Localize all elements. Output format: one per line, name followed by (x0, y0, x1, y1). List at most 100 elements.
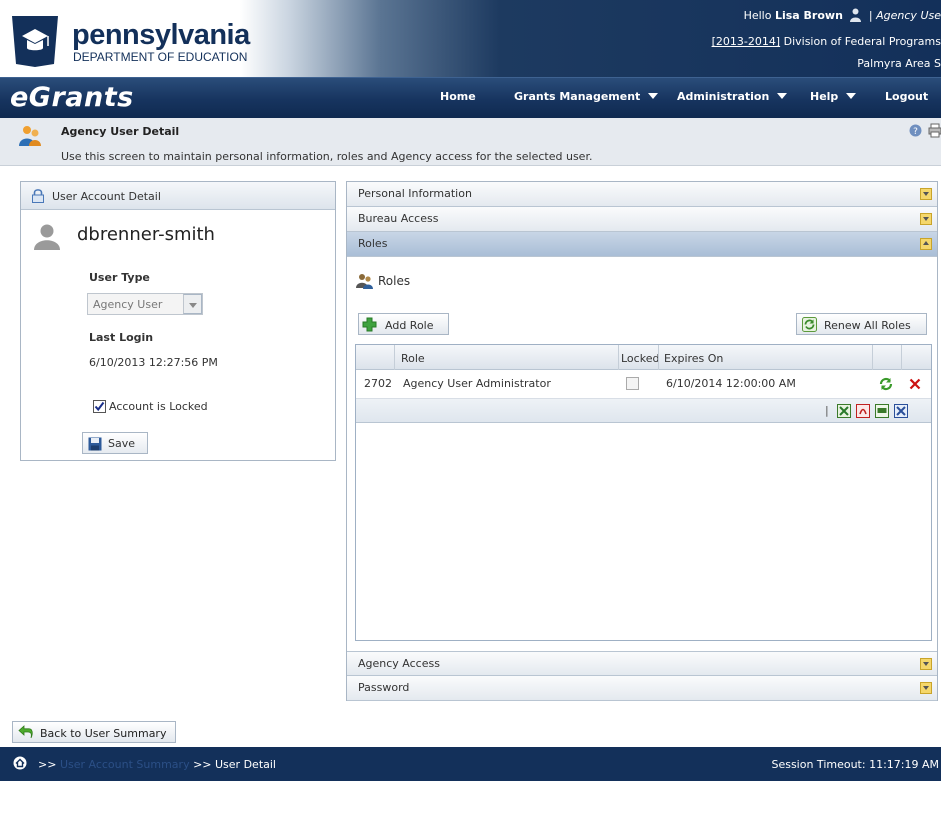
user-type-label: User Type (89, 271, 150, 284)
user-account-panel: User Account Detail dbrenner-smith User … (20, 181, 336, 461)
breadcrumb: >> User Account Summary >> User Detail (38, 758, 276, 771)
page-title: Agency User Detail (61, 125, 180, 138)
keystone-logo-icon (12, 16, 58, 67)
org-name: Palmyra Area S (857, 57, 941, 70)
export-excel-icon[interactable] (837, 404, 851, 418)
nav-home[interactable]: Home (440, 90, 476, 103)
save-button[interactable]: Save (82, 432, 148, 454)
chevron-down-icon (846, 93, 857, 99)
nav-help[interactable]: Help (810, 90, 857, 103)
back-to-user-summary-button[interactable]: Back to User Summary (12, 721, 176, 743)
nav-grants-management[interactable]: Grants Management (514, 90, 659, 103)
checkmark-icon (94, 401, 105, 412)
division-name: Division of Federal Programs (783, 35, 941, 48)
expand-icon[interactable] (920, 213, 932, 225)
chevron-down-icon[interactable] (183, 294, 202, 314)
export-csv-icon[interactable] (875, 404, 889, 418)
roles-section-title: Roles (378, 274, 411, 288)
breadcrumb-separator: >> (38, 758, 57, 771)
nav-help-label: Help (810, 90, 839, 103)
renew-role-icon[interactable] (878, 376, 894, 392)
collapse-icon[interactable] (920, 238, 932, 250)
roles-table: Role Locked Expires On 2702 Agency User … (355, 344, 932, 641)
fiscal-year-link[interactable]: [2013-2014] (712, 35, 781, 48)
separator: | (868, 9, 873, 22)
add-role-button[interactable]: Add Role (358, 313, 449, 335)
avatar (34, 224, 60, 250)
column-expires-on[interactable]: Expires On (664, 345, 864, 369)
logo-subtitle: DEPARTMENT OF EDUCATION (73, 50, 248, 64)
home-icon[interactable] (13, 756, 27, 770)
accordion-password[interactable]: Password (347, 676, 937, 701)
breadcrumb-current: >> User Detail (193, 758, 276, 771)
expand-icon[interactable] (920, 658, 932, 670)
add-role-label: Add Role (385, 319, 434, 332)
svg-text:?: ? (913, 127, 918, 137)
app-header: pennsylvania DEPARTMENT OF EDUCATION Hel… (0, 0, 941, 118)
delete-icon[interactable] (909, 378, 921, 390)
column-locked[interactable]: Locked (621, 345, 666, 369)
user-account-header: User Account Detail (21, 182, 335, 210)
user-type-value: Agency User (93, 298, 163, 311)
roles-table-footer: | (356, 399, 931, 423)
app-name: eGrants (10, 82, 134, 113)
nav-logout[interactable]: Logout (885, 90, 928, 103)
print-icon[interactable] (928, 123, 941, 138)
export-pdf-icon[interactable] (856, 404, 870, 418)
page-description: Use this screen to maintain personal inf… (61, 150, 593, 163)
accordion-bureau-access[interactable]: Bureau Access (347, 207, 937, 232)
users-icon (19, 126, 41, 146)
accordion-agency-access[interactable]: Agency Access (347, 651, 937, 676)
accordion-personal-label: Personal Information (358, 187, 472, 200)
logo-title: pennsylvania (72, 19, 250, 51)
accordion-password-label: Password (358, 681, 410, 694)
user-type-select[interactable]: Agency User (87, 293, 203, 315)
page-title-band: Agency User Detail Use this screen to ma… (0, 118, 941, 166)
renew-all-roles-button[interactable]: Renew All Roles (796, 313, 927, 335)
accordion-roles[interactable]: Roles (347, 232, 937, 257)
greeting-text: Hello (743, 9, 772, 22)
detail-accordion: Personal Information Bureau Access Roles… (346, 181, 938, 701)
help-icon[interactable]: ? (909, 124, 922, 137)
add-icon (362, 317, 377, 332)
session-timeout: Session Timeout: 11:17:19 AM (771, 758, 939, 771)
breadcrumb-user-account-summary[interactable]: User Account Summary (60, 758, 190, 771)
column-role[interactable]: Role (401, 345, 621, 369)
accordion-roles-label: Roles (358, 237, 388, 250)
back-label: Back to User Summary (40, 727, 167, 740)
renew-all-label: Renew All Roles (824, 319, 911, 332)
accordion-personal-information[interactable]: Personal Information (347, 182, 937, 207)
account-locked-checkbox[interactable] (93, 400, 106, 413)
year-division: [2013-2014] Division of Federal Programs (712, 35, 941, 48)
back-arrow-icon (18, 725, 33, 739)
nav-grants-label: Grants Management (514, 90, 641, 103)
footer-separator: | (825, 404, 829, 417)
table-row[interactable]: 2702 Agency User Administrator 6/10/2014… (356, 370, 931, 399)
footer-bar: >> User Account Summary >> User Detail S… (0, 747, 941, 781)
save-label: Save (108, 437, 136, 450)
accordion-bureau-label: Bureau Access (358, 212, 439, 225)
last-login-label: Last Login (89, 331, 154, 344)
chevron-down-icon (648, 93, 659, 99)
floppy-disk-icon (88, 437, 102, 451)
expand-icon[interactable] (920, 682, 932, 694)
roles-icon (356, 274, 373, 289)
username: dbrenner-smith (77, 224, 215, 245)
user-info: Hello Lisa Brown | Agency Use (744, 8, 941, 22)
nav-administration[interactable]: Administration (677, 90, 788, 103)
accordion-agency-label: Agency Access (358, 657, 440, 670)
role-locked-checkbox[interactable] (626, 377, 639, 390)
expand-icon[interactable] (920, 188, 932, 200)
pde-logo[interactable]: pennsylvania DEPARTMENT OF EDUCATION (8, 14, 268, 70)
last-login-value: 6/10/2013 12:27:56 PM (89, 356, 218, 369)
export-word-icon[interactable] (894, 404, 908, 418)
user-account-title: User Account Detail (52, 190, 161, 203)
nav-admin-label: Administration (677, 90, 770, 103)
account-locked-label: Account is Locked (109, 400, 208, 413)
nav-bar: eGrants Home Grants Management Administr… (0, 77, 941, 118)
lock-icon (32, 189, 44, 203)
chevron-down-icon (777, 93, 788, 99)
user-role: Agency Use (876, 9, 941, 22)
user-profile-icon[interactable] (850, 8, 862, 22)
user-name: Lisa Brown (774, 9, 843, 22)
